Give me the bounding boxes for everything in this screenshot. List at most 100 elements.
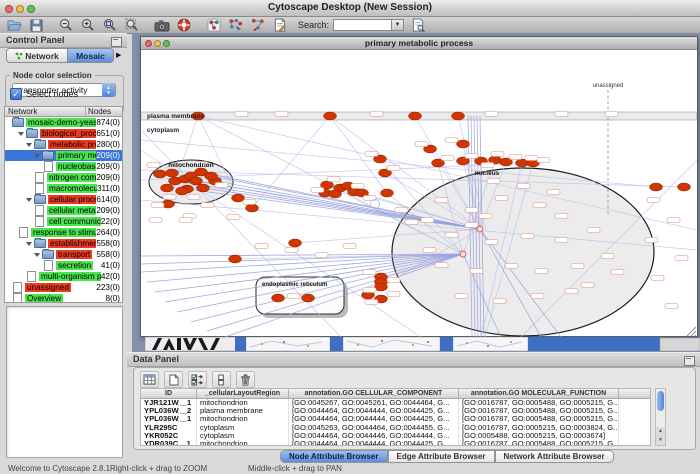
network-node[interactable] (324, 112, 337, 120)
column-header-component[interactable]: annotation.GO CELLULAR_COMPONENT (289, 389, 459, 398)
tab-node-attribute-browser[interactable]: Node Attribute Browser (280, 450, 388, 463)
birds-eye-view-panel[interactable] (6, 306, 123, 458)
tree-row[interactable]: response to stimulu264(0) (5, 227, 122, 238)
tree-row[interactable]: unassigned223(0) (5, 282, 122, 293)
open-file-icon[interactable] (6, 18, 22, 32)
disclosure-triangle-icon[interactable] (26, 143, 32, 147)
close-network-window-icon[interactable] (145, 40, 152, 47)
select-network-b-icon[interactable] (228, 18, 244, 32)
network-node[interactable] (452, 112, 465, 120)
tab-network-attribute-browser[interactable]: Network Attribute Browser (495, 450, 614, 463)
network-node[interactable] (205, 172, 218, 180)
table-row[interactable]: YDR039C__1mitochondrion[GO:0044464, GO:0… (141, 440, 650, 446)
zoom-in-icon[interactable] (80, 18, 96, 32)
network-node[interactable] (229, 255, 242, 263)
tab-network[interactable]: Network (6, 48, 68, 63)
network-node[interactable] (409, 112, 422, 120)
unselect-attributes-icon[interactable] (212, 371, 231, 388)
column-header-region[interactable]: _cellularLayoutRegion (197, 389, 289, 398)
tree-row[interactable]: macromolecule311(0) (5, 183, 122, 194)
zoom-fit-icon[interactable] (124, 18, 140, 32)
tree-header-nodes[interactable]: Nodes (86, 107, 122, 116)
network-node[interactable] (302, 294, 315, 302)
float-data-panel-icon[interactable] (684, 356, 695, 366)
network-node[interactable] (381, 189, 394, 197)
window-titlebar[interactable]: Cytoscape Desktop (New Session) (0, 0, 700, 17)
help-lifering-icon[interactable] (176, 18, 192, 32)
background-window-edge[interactable] (235, 337, 246, 351)
network-node[interactable] (375, 283, 388, 291)
disclosure-triangle-icon[interactable] (34, 253, 40, 257)
minimize-window-icon[interactable] (16, 5, 24, 13)
table-row[interactable]: YPL036W__2plasma membrane[GO:0044464, GO… (141, 407, 650, 415)
tab-mosaic[interactable]: Mosaic (68, 48, 114, 63)
annotation-doc-icon[interactable] (272, 18, 288, 32)
search-options-icon[interactable] (410, 18, 426, 32)
table-vertical-scrollbar[interactable]: ▲▼ (655, 388, 666, 446)
background-windows-strip[interactable] (132, 337, 700, 351)
attribute-table-icon[interactable] (140, 371, 159, 388)
disclosure-triangle-icon[interactable] (18, 132, 24, 136)
network-node[interactable] (678, 183, 691, 191)
network-node[interactable] (289, 239, 302, 247)
network-node[interactable] (154, 170, 167, 178)
tree-row[interactable]: cellular metabo209(0) (5, 205, 122, 216)
tree-row[interactable]: Overview8(0) (5, 293, 122, 303)
background-window-edge[interactable] (440, 337, 453, 351)
network-window-titlebar[interactable]: primary metabolic process (141, 37, 697, 50)
tree-header-network[interactable]: Network (5, 107, 86, 116)
snapshot-camera-icon[interactable] (154, 18, 170, 32)
select-network-c-icon[interactable] (250, 18, 266, 32)
select-network-a-icon[interactable] (206, 18, 222, 32)
disclosure-triangle-icon[interactable] (26, 242, 32, 246)
float-control-panel-icon[interactable] (111, 37, 122, 47)
tree-row[interactable]: cell communicat22(0) (5, 216, 122, 227)
table-row[interactable]: YLR295Ccytoplasm[GO:0045263, GO:0044464,… (141, 424, 650, 432)
tree-row[interactable]: nitrogen compo209(0) (5, 172, 122, 183)
tree-row[interactable]: cellular process614(0) (5, 194, 122, 205)
scrollbar-thumb[interactable] (657, 391, 664, 411)
tree-row[interactable]: metabolic process280(0) (5, 139, 122, 150)
node-attribute-table[interactable]: ID _cellularLayoutRegion annotation.GO C… (140, 388, 651, 446)
zoom-network-window-icon[interactable] (163, 40, 170, 47)
network-node[interactable] (161, 184, 174, 192)
tree-row[interactable]: multi-organism pro42(0) (5, 271, 122, 282)
tree-row[interactable]: secretion41(0) (5, 260, 122, 271)
disclosure-triangle-icon[interactable] (34, 154, 40, 158)
column-header-id[interactable]: ID (141, 389, 197, 398)
zoom-out-icon[interactable] (58, 18, 74, 32)
network-node[interactable] (650, 183, 663, 191)
network-node[interactable] (232, 194, 245, 202)
search-input[interactable] (333, 19, 391, 31)
tree-row[interactable]: mosaic-demo-yeast874(0) (5, 117, 122, 128)
network-view-window[interactable]: primary metabolic process plasma membran… (140, 36, 698, 337)
tab-edge-attribute-browser[interactable]: Edge Attribute Browser (388, 450, 495, 463)
delete-attribute-trash-icon[interactable] (236, 371, 255, 388)
tree-row-selected[interactable]: primary metabo209(0) (5, 150, 122, 161)
save-icon[interactable] (28, 18, 44, 32)
network-node[interactable] (176, 187, 189, 195)
tab-overflow-arrow-icon[interactable]: ▶ (116, 48, 121, 63)
network-node[interactable] (190, 177, 203, 185)
tree-row[interactable]: biological_process651(0) (5, 128, 122, 139)
scrollbar-arrows-icon[interactable]: ▲▼ (656, 427, 665, 445)
select-nodes-checkbox[interactable]: ✓ (10, 88, 22, 100)
tree-row[interactable]: transport558(0) (5, 249, 122, 260)
network-node[interactable] (272, 294, 285, 302)
hub-node[interactable] (460, 251, 466, 257)
network-canvas[interactable]: plasma membrane cytoplasm mitochondrion … (141, 50, 697, 337)
tree-row[interactable]: establishment of lo558(0) (5, 238, 122, 249)
zoom-window-icon[interactable] (27, 5, 35, 13)
network-node[interactable] (246, 204, 259, 212)
zoom-selected-region-icon[interactable] (102, 18, 118, 32)
table-row[interactable]: YPL036W__1mitochondrion[GO:0044464, GO:0… (141, 415, 650, 423)
background-window-edge[interactable] (330, 337, 343, 351)
table-row[interactable]: YJR121W__1mitochondrion[GO:0045267, GO:0… (141, 399, 650, 407)
close-window-icon[interactable] (5, 5, 13, 13)
hub-node[interactable] (477, 226, 483, 232)
network-node[interactable] (329, 190, 342, 198)
background-window-edge[interactable] (528, 337, 660, 351)
search-dropdown-arrow-icon[interactable]: ▼ (391, 19, 404, 31)
window-resize-grip-icon[interactable] (687, 327, 696, 336)
table-row[interactable]: YKR052Ccytoplasm[GO:0044464, GO:0044446,… (141, 432, 650, 440)
